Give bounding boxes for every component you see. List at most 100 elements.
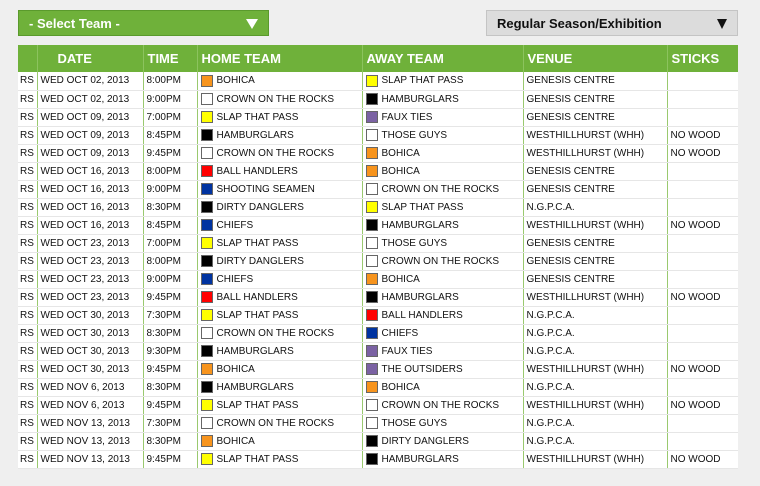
table-row: RS WED OCT 09, 2013 9:45PM CROWN ON THE ROC… <box>18 144 738 163</box>
team-color-swatch <box>365 255 378 267</box>
team-color-swatch <box>200 291 213 303</box>
game-venue: N.G.P.C.A. <box>523 324 668 343</box>
team-color-swatch <box>200 237 213 249</box>
game-type: RS <box>18 450 38 469</box>
game-venue: WESTHILLHURST (WHH) <box>523 396 668 415</box>
game-sticks <box>667 270 738 289</box>
game-type: RS <box>18 324 38 343</box>
game-sticks <box>667 324 738 343</box>
team-color-swatch <box>365 237 378 249</box>
team-color-swatch <box>200 435 213 447</box>
home-team-cell: BALL HANDLERS <box>197 162 363 181</box>
away-team-cell: THOSE GUYS <box>362 126 524 145</box>
game-time: 9:30PM <box>143 342 198 361</box>
game-venue: GENESIS CENTRE <box>523 252 668 271</box>
game-type: RS <box>18 126 38 145</box>
home-team-cell: CROWN ON THE ROCKS <box>197 324 363 343</box>
game-sticks: NO WOOD <box>667 288 738 307</box>
game-date: WED OCT 02, 2013 <box>37 72 144 91</box>
away-team-name: DIRTY DANGLERS <box>381 435 469 447</box>
game-time: 9:00PM <box>143 180 198 199</box>
away-team-name: BOHICA <box>381 165 420 177</box>
game-time: 8:00PM <box>143 252 198 271</box>
header-date: DATE <box>37 45 144 72</box>
game-sticks: NO WOOD <box>667 450 738 469</box>
team-select-dropdown[interactable]: - Select Team - <box>18 10 269 36</box>
home-team-name: CROWN ON THE ROCKS <box>216 147 335 159</box>
table-row: RS WED OCT 02, 2013 8:00PM BOHICA SLAP THAT … <box>18 72 738 91</box>
team-color-swatch <box>365 74 378 87</box>
game-type: RS <box>18 270 38 289</box>
home-team-name: SLAP THAT PASS <box>216 309 299 321</box>
away-team-name: BOHICA <box>381 381 420 393</box>
game-date: WED OCT 16, 2013 <box>37 180 144 199</box>
home-team-name: SLAP THAT PASS <box>216 399 299 411</box>
game-venue: WESTHILLHURST (WHH) <box>523 144 668 163</box>
game-sticks <box>667 432 738 451</box>
team-color-swatch <box>365 327 378 339</box>
home-team-name: SLAP THAT PASS <box>216 453 299 465</box>
team-color-swatch <box>200 165 213 177</box>
home-team-cell: HAMBURGLARS <box>197 378 363 397</box>
team-color-swatch <box>200 74 213 87</box>
home-team-cell: CROWN ON THE ROCKS <box>197 90 363 109</box>
table-header: DATE TIME HOME TEAM AWAY TEAM VENUE STIC… <box>18 45 738 72</box>
game-date: WED OCT 30, 2013 <box>37 360 144 379</box>
game-venue: WESTHILLHURST (WHH) <box>523 360 668 379</box>
game-sticks <box>667 90 738 109</box>
table-row: RS WED OCT 23, 2013 9:00PM CHIEFS BOHICA GENE… <box>18 270 738 289</box>
game-venue: GENESIS CENTRE <box>523 180 668 199</box>
home-team-cell: BALL HANDLERS <box>197 288 363 307</box>
team-color-swatch <box>200 255 213 267</box>
home-team-cell: SLAP THAT PASS <box>197 306 363 325</box>
away-team-cell: BOHICA <box>362 270 524 289</box>
away-team-cell: CHIEFS <box>362 324 524 343</box>
team-color-swatch <box>200 453 213 465</box>
game-venue: N.G.P.C.A. <box>523 432 668 451</box>
table-row: RS WED OCT 09, 2013 7:00PM SLAP THAT PASS FA… <box>18 108 738 127</box>
game-date: WED OCT 09, 2013 <box>37 144 144 163</box>
home-team-cell: SLAP THAT PASS <box>197 396 363 415</box>
game-date: WED NOV 13, 2013 <box>37 432 144 451</box>
game-venue: GENESIS CENTRE <box>523 162 668 181</box>
season-select-dropdown[interactable]: Regular Season/Exhibition <box>486 10 738 36</box>
home-team-name: BOHICA <box>216 363 255 375</box>
home-team-cell: SHOOTING SEAMEN <box>197 180 363 199</box>
home-team-name: CHIEFS <box>216 219 254 231</box>
away-team-name: THOSE GUYS <box>381 129 448 141</box>
game-time: 8:30PM <box>143 324 198 343</box>
game-date: WED OCT 30, 2013 <box>37 324 144 343</box>
game-type: RS <box>18 162 38 181</box>
game-venue: WESTHILLHURST (WHH) <box>523 450 668 469</box>
home-team-cell: HAMBURGLARS <box>197 126 363 145</box>
away-team-name: SLAP THAT PASS <box>381 75 464 87</box>
away-team-cell: FAUX TIES <box>362 108 524 127</box>
game-type: RS <box>18 360 38 379</box>
team-color-swatch <box>365 129 378 141</box>
team-color-swatch <box>200 147 213 159</box>
game-sticks <box>667 306 738 325</box>
game-time: 9:45PM <box>143 396 198 415</box>
game-sticks: NO WOOD <box>667 126 738 145</box>
game-venue: N.G.P.C.A. <box>523 306 668 325</box>
team-color-swatch <box>200 345 213 357</box>
table-row: RS WED OCT 30, 2013 7:30PM SLAP THAT PASS BA… <box>18 306 738 325</box>
team-color-swatch <box>200 363 213 375</box>
game-date: WED NOV 6, 2013 <box>37 396 144 415</box>
game-type: RS <box>18 288 38 307</box>
game-type: RS <box>18 198 38 217</box>
team-color-swatch <box>365 453 378 465</box>
game-type: RS <box>18 234 38 253</box>
home-team-name: HAMBURGLARS <box>216 129 294 141</box>
header-sticks: STICKS <box>667 45 738 72</box>
team-color-swatch <box>365 291 378 303</box>
game-time: 9:00PM <box>143 90 198 109</box>
home-team-cell: CROWN ON THE ROCKS <box>197 414 363 433</box>
game-time: 9:45PM <box>143 360 198 379</box>
away-team-cell: BOHICA <box>362 378 524 397</box>
chevron-down-icon <box>717 19 727 29</box>
game-type: RS <box>18 108 38 127</box>
game-type: RS <box>18 378 38 397</box>
home-team-name: BALL HANDLERS <box>216 291 298 303</box>
game-type: RS <box>18 252 38 271</box>
